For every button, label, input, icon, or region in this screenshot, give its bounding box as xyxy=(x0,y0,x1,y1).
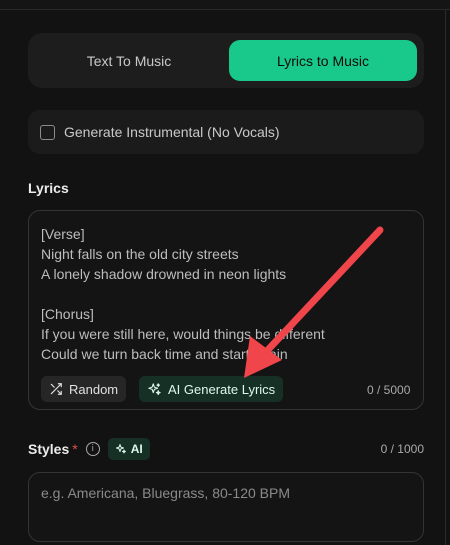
tab-lyrics-to-music[interactable]: Lyrics to Music xyxy=(229,40,417,81)
ai-generate-lyrics-button[interactable]: AI Generate Lyrics xyxy=(139,376,284,402)
required-indicator: * xyxy=(72,441,78,457)
panel-top-border xyxy=(0,0,450,10)
lyrics-char-counter: 0 / 5000 xyxy=(367,383,411,397)
styles-char-counter: 0 / 1000 xyxy=(380,442,424,456)
info-icon[interactable]: i xyxy=(85,442,100,456)
styles-label: Styles xyxy=(28,441,70,457)
music-generator-panel: Text To Music Lyrics to Music Generate I… xyxy=(0,0,450,545)
styles-input[interactable] xyxy=(28,472,424,542)
random-button[interactable]: Random xyxy=(41,376,127,402)
sparkle-icon xyxy=(148,382,161,395)
sparkle-icon xyxy=(115,444,126,454)
mode-tabs: Text To Music Lyrics to Music xyxy=(28,33,424,88)
instrumental-label: Generate Instrumental (No Vocals) xyxy=(64,124,280,140)
instrumental-option[interactable]: Generate Instrumental (No Vocals) xyxy=(28,110,424,154)
tab-text-to-music[interactable]: Text To Music xyxy=(35,40,223,81)
styles-ai-button[interactable]: AI xyxy=(107,438,150,460)
lyrics-content[interactable]: [Verse] Night falls on the old city stre… xyxy=(41,224,411,364)
panel-right-border xyxy=(445,10,446,545)
lyrics-label: Lyrics xyxy=(28,180,69,196)
styles-header: Styles * i AI 0 / 1000 xyxy=(28,438,424,460)
instrumental-checkbox[interactable] xyxy=(40,124,55,140)
lyrics-textarea[interactable]: [Verse] Night falls on the old city stre… xyxy=(28,210,424,410)
random-label: Random xyxy=(69,381,119,397)
styles-ai-label: AI xyxy=(130,442,143,456)
ai-generate-lyrics-label: AI Generate Lyrics xyxy=(168,381,276,397)
shuffle-icon xyxy=(50,383,62,395)
